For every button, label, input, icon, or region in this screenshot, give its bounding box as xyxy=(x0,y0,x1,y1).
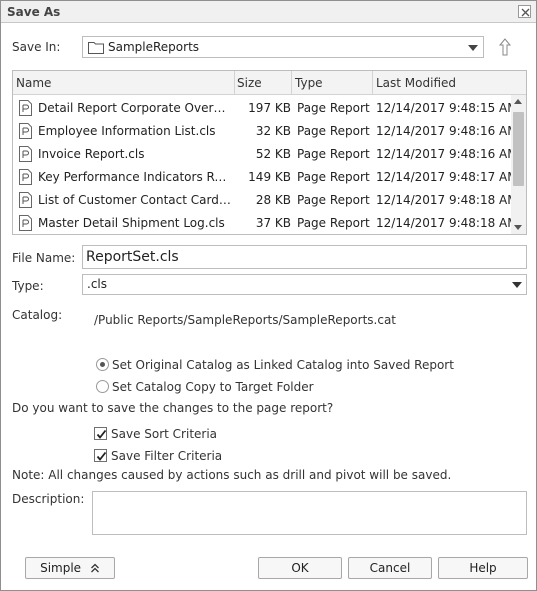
file-type-cell: Page Report xyxy=(297,193,370,207)
type-value: .cls xyxy=(87,277,107,291)
column-separator xyxy=(234,71,235,95)
vertical-scrollbar[interactable] xyxy=(511,95,526,234)
radio-linked-catalog-label[interactable]: Set Original Catalog as Linked Catalog i… xyxy=(112,358,454,372)
save-as-dialog: Save As Save In: SampleReports Name Size… xyxy=(0,0,537,591)
type-dropdown[interactable]: .cls xyxy=(82,274,527,295)
file-row[interactable]: Employee Information List.cls 32 KB Page… xyxy=(13,120,511,143)
save-in-value: SampleReports xyxy=(108,40,200,54)
report-file-icon xyxy=(19,215,32,231)
file-size-cell: 28 KB xyxy=(255,193,291,207)
save-filter-criteria-label[interactable]: Save Filter Criteria xyxy=(111,449,222,463)
scroll-up-icon[interactable] xyxy=(514,99,522,104)
file-modified-cell: 12/14/2017 9:48:16 AM xyxy=(376,147,511,161)
save-filter-criteria-checkbox[interactable] xyxy=(94,449,107,462)
file-row[interactable]: Master Detail Shipment Log.cls 37 KB Pag… xyxy=(13,212,511,234)
radio-catalog-copy-label[interactable]: Set Catalog Copy to Target Folder xyxy=(112,380,314,394)
scrollbar-thumb[interactable] xyxy=(513,112,524,186)
folder-icon xyxy=(88,42,104,54)
column-header-size[interactable]: Size xyxy=(237,76,262,90)
checkmark-icon xyxy=(96,451,107,461)
note-text: Note: All changes caused by actions such… xyxy=(12,468,452,482)
description-label: Description: xyxy=(12,492,85,506)
column-separator xyxy=(291,71,292,95)
report-file-icon xyxy=(19,169,32,185)
radio-catalog-copy[interactable] xyxy=(96,380,109,393)
file-modified-cell: 12/14/2017 9:48:15 AM xyxy=(376,101,511,115)
chevron-down-icon xyxy=(468,45,478,51)
file-row[interactable]: Invoice Report.cls 52 KB Page Report 12/… xyxy=(13,143,511,166)
file-list-header: Name Size Type Last Modified xyxy=(13,71,526,95)
close-icon xyxy=(521,8,530,17)
type-dropdown-toggle[interactable] xyxy=(508,275,526,294)
help-button[interactable]: Help xyxy=(438,557,528,579)
file-modified-cell: 12/14/2017 9:48:16 AM xyxy=(376,124,511,138)
file-name-cell: List of Customer Contact Cards.cls xyxy=(38,193,232,207)
file-modified-cell: 12/14/2017 9:48:18 AM xyxy=(376,216,511,230)
file-name-label: File Name: xyxy=(12,251,76,265)
file-row[interactable]: Key Performance Indicators Rep... 149 KB… xyxy=(13,166,511,189)
cancel-button[interactable]: Cancel xyxy=(348,557,432,579)
close-button[interactable] xyxy=(518,5,531,18)
save-sort-criteria-label[interactable]: Save Sort Criteria xyxy=(111,427,217,441)
column-header-name[interactable]: Name xyxy=(16,76,51,90)
title-bar: Save As xyxy=(1,1,536,23)
file-size-cell: 197 KB xyxy=(248,101,291,115)
report-file-icon xyxy=(19,146,32,162)
file-size-cell: 37 KB xyxy=(255,216,291,230)
description-textarea[interactable] xyxy=(92,491,527,535)
file-type-cell: Page Report xyxy=(297,170,370,184)
report-file-icon xyxy=(19,100,32,116)
file-name-cell: Invoice Report.cls xyxy=(38,147,145,161)
catalog-path: /Public Reports/SampleReports/SampleRepo… xyxy=(94,313,397,327)
double-chevron-up-icon xyxy=(90,563,99,573)
file-name-cell: Detail Report Corporate Overvie... xyxy=(38,101,232,115)
chevron-down-icon xyxy=(512,282,522,288)
file-size-cell: 32 KB xyxy=(255,124,291,138)
type-label: Type: xyxy=(12,279,44,293)
file-list[interactable]: Name Size Type Last Modified Detail Repo… xyxy=(12,70,527,235)
file-row[interactable]: List of Customer Contact Cards.cls 28 KB… xyxy=(13,189,511,212)
report-file-icon xyxy=(19,192,32,208)
report-file-icon xyxy=(19,123,32,139)
file-name-cell: Key Performance Indicators Rep... xyxy=(38,170,232,184)
up-folder-button[interactable] xyxy=(496,37,514,59)
save-sort-criteria-checkbox[interactable] xyxy=(94,427,107,440)
save-in-label: Save In: xyxy=(12,40,61,54)
dialog-title: Save As xyxy=(7,5,61,19)
file-modified-cell: 12/14/2017 9:48:18 AM xyxy=(376,193,511,207)
file-type-cell: Page Report xyxy=(297,101,370,115)
file-row[interactable]: Detail Report Corporate Overvie... 197 K… xyxy=(13,97,511,120)
file-modified-cell: 12/14/2017 9:48:17 AM xyxy=(376,170,511,184)
ok-button[interactable]: OK xyxy=(258,557,342,579)
column-separator xyxy=(372,71,373,95)
file-name-input[interactable] xyxy=(82,245,527,269)
file-type-cell: Page Report xyxy=(297,147,370,161)
file-name-cell: Master Detail Shipment Log.cls xyxy=(38,216,225,230)
radio-linked-catalog[interactable] xyxy=(96,358,109,371)
file-type-cell: Page Report xyxy=(297,216,370,230)
simple-button-label: Simple xyxy=(40,561,82,575)
scroll-down-icon[interactable] xyxy=(514,225,522,230)
save-changes-question: Do you want to save the changes to the p… xyxy=(12,401,334,415)
column-header-last-modified[interactable]: Last Modified xyxy=(376,76,456,90)
file-size-cell: 52 KB xyxy=(255,147,291,161)
simple-button[interactable]: Simple xyxy=(25,557,115,579)
file-name-cell: Employee Information List.cls xyxy=(38,124,216,138)
save-in-dropdown[interactable]: SampleReports xyxy=(82,36,484,58)
column-header-type[interactable]: Type xyxy=(295,76,323,90)
catalog-label: Catalog: xyxy=(12,308,63,322)
file-type-cell: Page Report xyxy=(297,124,370,138)
up-folder-icon xyxy=(498,38,512,56)
file-size-cell: 149 KB xyxy=(248,170,291,184)
checkmark-icon xyxy=(96,429,107,439)
